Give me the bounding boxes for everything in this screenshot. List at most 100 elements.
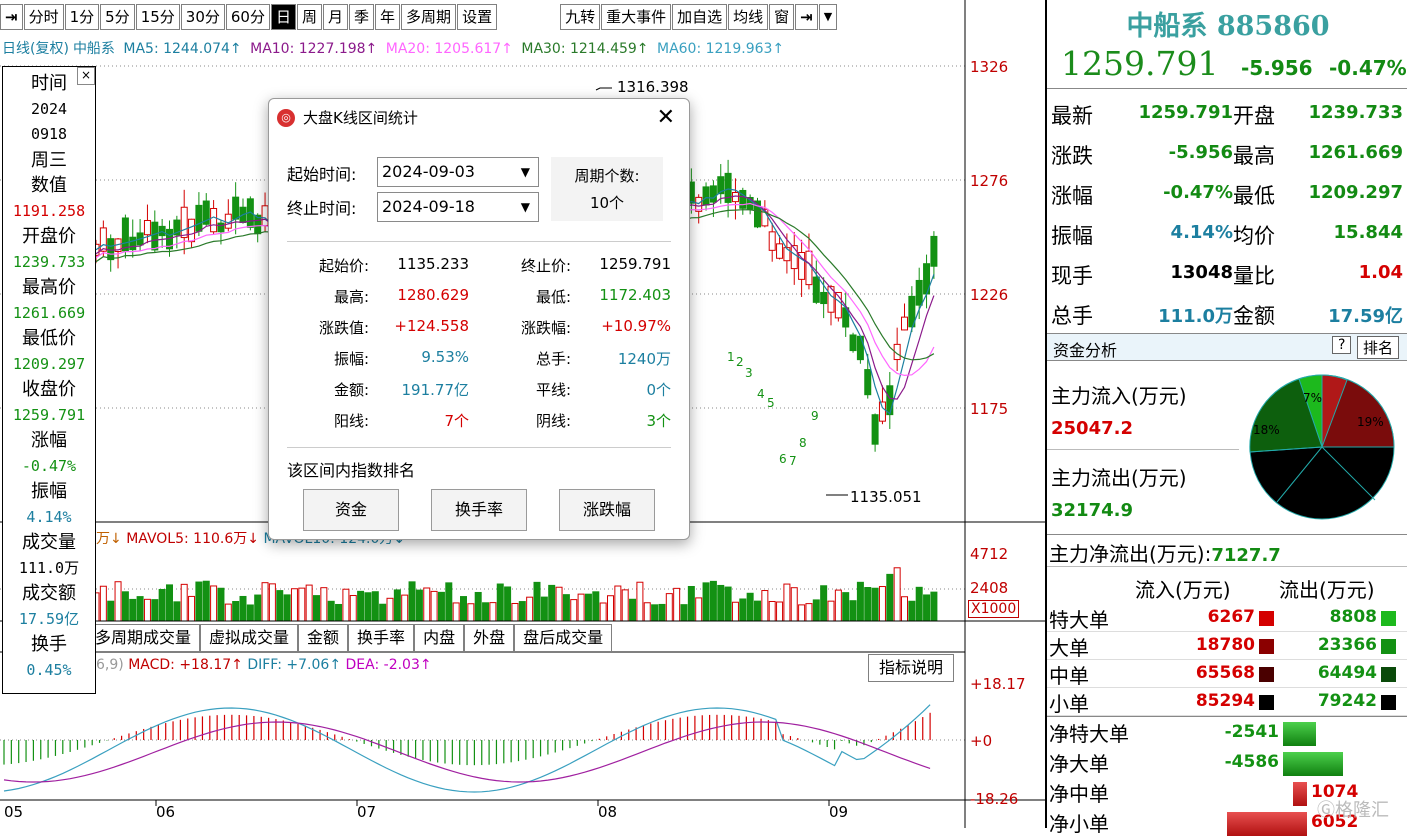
info-value: 2024	[30, 99, 68, 118]
close-icon[interactable]: ×	[77, 67, 95, 85]
nine-turn-2: 2	[736, 355, 744, 369]
stat-label: 金额:	[333, 381, 369, 399]
volume-lead: 万↓	[96, 531, 122, 547]
date-tick: 06	[156, 803, 176, 821]
period-count-label: 周期个数:	[574, 167, 640, 185]
start-time-select[interactable]: 2024-09-03 ▼	[377, 157, 539, 187]
candle-body	[878, 401, 886, 422]
end-time-select[interactable]: 2024-09-18 ▼	[377, 192, 539, 222]
volume-bar	[643, 602, 651, 622]
close-icon[interactable]: ✕	[657, 99, 675, 137]
rank-button[interactable]: 排名	[1357, 336, 1400, 359]
candle-body	[121, 217, 129, 252]
volume-bar	[290, 588, 298, 622]
volume-bar	[408, 581, 416, 622]
stat-label: 平线:	[535, 381, 571, 399]
info-value: 4.14%	[26, 507, 72, 526]
stat-label: 阴线:	[535, 412, 571, 430]
volume-bar	[878, 586, 886, 622]
volume-bar	[452, 602, 460, 622]
volume-bar	[665, 593, 673, 622]
end-time-label: 终止时间:	[287, 199, 357, 218]
quote-label: 涨跌	[1051, 144, 1093, 168]
volume-bar	[195, 581, 203, 622]
nine-turn-1: 1	[727, 350, 735, 364]
volume-bar	[496, 583, 504, 622]
volume-unit: X1000	[968, 600, 1020, 618]
volume-bar	[783, 583, 791, 622]
volume-bar	[621, 589, 629, 622]
dialog-titlebar[interactable]: ◎ 大盘K线区间统计 ✕	[269, 99, 689, 137]
quote-value: 13048	[1170, 262, 1233, 283]
rank-turnover-button[interactable]: 换手率	[431, 489, 527, 531]
nine-turn-7: 7	[789, 454, 797, 468]
volume-bar	[702, 582, 710, 622]
volume-bar	[856, 581, 864, 622]
volume-bar	[680, 604, 688, 622]
volume-bar	[283, 594, 291, 622]
volume-bar	[739, 598, 747, 622]
quote-label: 涨幅	[1051, 184, 1093, 208]
volume-bar	[518, 601, 526, 622]
volume-bar	[511, 602, 519, 622]
rank-change-button[interactable]: 涨跌幅	[559, 489, 655, 531]
quote-label: 总手	[1051, 304, 1093, 328]
tab-multi-period-volume[interactable]: 多周期成交量	[86, 624, 201, 652]
flow-out-value: 23366	[1317, 635, 1377, 655]
volume-indicator-tabs: 多周期成交量 虚拟成交量 金额 换手率 内盘 外盘 盘后成交量	[86, 624, 613, 652]
candle-body	[151, 221, 159, 251]
candle-body	[930, 235, 938, 267]
volume-bar	[687, 585, 695, 622]
stat-value: 1172.403	[599, 286, 671, 304]
quote-label: 均价	[1233, 224, 1275, 248]
flow-out-swatch	[1381, 667, 1396, 682]
nine-turn-5: 5	[767, 396, 775, 410]
quote-row: 现手 13048 量比 1.04	[1051, 252, 1405, 292]
volume-bar	[651, 604, 659, 622]
quote-label: 最高	[1233, 144, 1275, 168]
rank-fund-button[interactable]: 资金	[303, 489, 399, 531]
flow-out-value: 8808	[1329, 607, 1377, 627]
volume-bar	[901, 596, 908, 622]
tab-inner[interactable]: 内盘	[414, 624, 465, 652]
tab-turnover[interactable]: 换手率	[348, 624, 415, 652]
flow-in-swatch	[1259, 611, 1274, 626]
index-title: 中船系 885860	[1126, 11, 1330, 42]
help-button[interactable]: ?	[1332, 336, 1352, 354]
tab-after-hours-volume[interactable]: 盘后成交量	[514, 624, 613, 652]
dea-value: DEA: -2.03↑	[345, 657, 432, 673]
stat-label: 涨跌幅:	[520, 319, 571, 337]
indicator-explain-button[interactable]: 指标说明	[868, 654, 955, 682]
net-flow-label: 净中单	[1049, 782, 1109, 806]
net-flow-bar	[1227, 812, 1307, 836]
stat-value: 1259.791	[599, 255, 671, 273]
volume-bar	[849, 600, 857, 622]
tab-outer[interactable]: 外盘	[464, 624, 515, 652]
info-label: 收盘价	[22, 379, 76, 400]
volume-bar	[460, 596, 467, 622]
candle-body	[232, 196, 240, 220]
info-label: 最高价	[22, 277, 76, 298]
volume-bar	[474, 591, 482, 622]
volume-bar	[114, 581, 122, 622]
flow-in-swatch	[1259, 667, 1274, 682]
volume-bar	[357, 590, 365, 622]
volume-bar	[548, 584, 556, 622]
volume-bar	[577, 593, 585, 622]
volume-bar	[607, 595, 614, 622]
volume-bar	[562, 594, 570, 622]
candle-body	[768, 231, 776, 251]
info-label: 开盘价	[22, 226, 76, 247]
volume-bars	[92, 567, 938, 622]
flow-out-value: 64494	[1317, 663, 1377, 683]
flow-out-swatch	[1381, 611, 1396, 626]
candle-body	[107, 238, 115, 261]
volume-bar	[842, 592, 850, 622]
volume-bar	[136, 596, 144, 622]
price-tick: 1175	[970, 400, 1009, 418]
tab-virtual-volume[interactable]: 虚拟成交量	[200, 624, 299, 652]
quote-value: 1239.733	[1308, 102, 1403, 123]
stat-value: 191.77亿	[401, 381, 470, 399]
volume-bar	[180, 583, 188, 622]
tab-amount[interactable]: 金额	[298, 624, 349, 652]
